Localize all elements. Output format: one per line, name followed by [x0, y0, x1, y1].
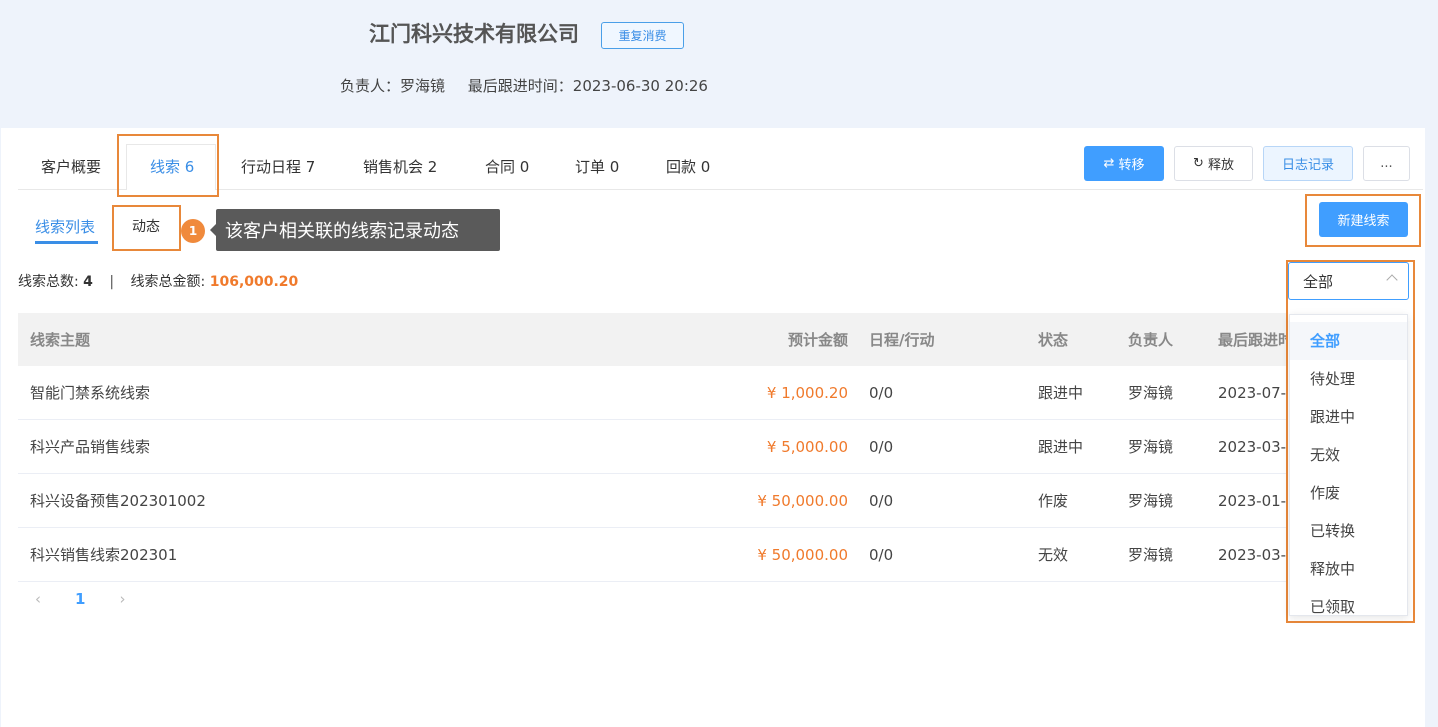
subtab-activity[interactable]: 动态 — [132, 216, 160, 236]
lead-summary: 线索总数: 4 | 线索总金额: 106,000.20 — [18, 274, 299, 290]
table-row[interactable]: 科兴设备预售202301002 ¥ 50,000.00 0/0 作废 罗海镜 2… — [18, 474, 1288, 528]
page-1[interactable]: 1 — [75, 590, 85, 608]
option-following[interactable]: 跟进中 — [1290, 398, 1407, 436]
main-panel: 客户概要 线索 6 行动日程 7 销售机会 2 合同 0 订单 0 回款 0 ⇄… — [1, 128, 1425, 727]
tab-contract[interactable]: 合同 0 — [485, 156, 529, 177]
tab-schedule[interactable]: 行动日程 7 — [241, 156, 315, 177]
subtab-active-indicator — [35, 241, 98, 244]
more-button[interactable]: ... — [1363, 146, 1410, 181]
table-row[interactable]: 科兴销售线索202301 ¥ 50,000.00 0/0 无效 罗海镜 2023… — [18, 528, 1288, 582]
repeat-consume-tag[interactable]: 重复消费 — [601, 22, 684, 49]
lead-total-amount: 106,000.20 — [209, 274, 299, 290]
status-filter-select[interactable]: 全部 — [1288, 262, 1409, 300]
option-invalid[interactable]: 无效 — [1290, 436, 1407, 474]
tab-payment[interactable]: 回款 0 — [666, 156, 710, 177]
option-releasing[interactable]: 释放中 — [1290, 550, 1407, 588]
next-page-icon[interactable]: › — [119, 590, 125, 608]
swap-icon: ⇄ — [1103, 156, 1115, 171]
company-name: 江门科兴技术有限公司 — [369, 22, 579, 46]
table-header: 线索主题 预计金额 日程/行动 状态 负责人 最后跟进时 — [18, 313, 1288, 366]
tab-opportunity[interactable]: 销售机会 2 — [363, 156, 437, 177]
option-pending[interactable]: 待处理 — [1290, 360, 1407, 398]
release-button[interactable]: ↻ 释放 — [1174, 146, 1253, 181]
prev-page-icon[interactable]: ‹ — [35, 590, 41, 608]
table-row[interactable]: 科兴产品销售线索 ¥ 5,000.00 0/0 跟进中 罗海镜 2023-03- — [18, 420, 1288, 474]
lead-table: 线索主题 预计金额 日程/行动 状态 负责人 最后跟进时 智能门禁系统线索 ¥ … — [18, 313, 1288, 582]
owner-text: 负责人：罗海镜 — [340, 77, 446, 95]
table-row[interactable]: 智能门禁系统线索 ¥ 1,000.20 0/0 跟进中 罗海镜 2023-07- — [18, 366, 1288, 420]
chevron-up-icon — [1386, 274, 1398, 286]
new-lead-button[interactable]: 新建线索 — [1319, 202, 1408, 237]
log-button[interactable]: 日志记录 — [1263, 146, 1353, 181]
option-void[interactable]: 作废 — [1290, 474, 1407, 512]
pagination: ‹ 1 › — [35, 590, 125, 608]
lead-count: 4 — [83, 274, 93, 290]
customer-meta: 负责人：罗海镜 最后跟进时间：2023-06-30 20:26 — [340, 75, 726, 96]
transfer-button[interactable]: ⇄ 转移 — [1084, 146, 1164, 181]
option-all[interactable]: 全部 — [1290, 322, 1407, 360]
refresh-icon: ↻ — [1193, 156, 1204, 171]
customer-header: 江门科兴技术有限公司 重复消费 负责人：罗海镜 最后跟进时间：2023-06-3… — [0, 0, 1438, 128]
step-badge: 1 — [181, 219, 205, 243]
option-claimed[interactable]: 已领取 — [1290, 588, 1407, 615]
tab-leads[interactable]: 线索 6 — [150, 156, 194, 177]
annotation-tooltip: 该客户相关联的线索记录动态 — [210, 209, 500, 251]
subtab-lead-list[interactable]: 线索列表 — [35, 216, 95, 237]
status-filter-dropdown: 全部 待处理 跟进中 无效 作废 已转换 释放中 已领取 — [1289, 314, 1408, 616]
last-follow-text: 最后跟进时间：2023-06-30 20:26 — [467, 77, 708, 95]
tab-overview[interactable]: 客户概要 — [41, 156, 101, 177]
option-converted[interactable]: 已转换 — [1290, 512, 1407, 550]
tab-order[interactable]: 订单 0 — [575, 156, 619, 177]
